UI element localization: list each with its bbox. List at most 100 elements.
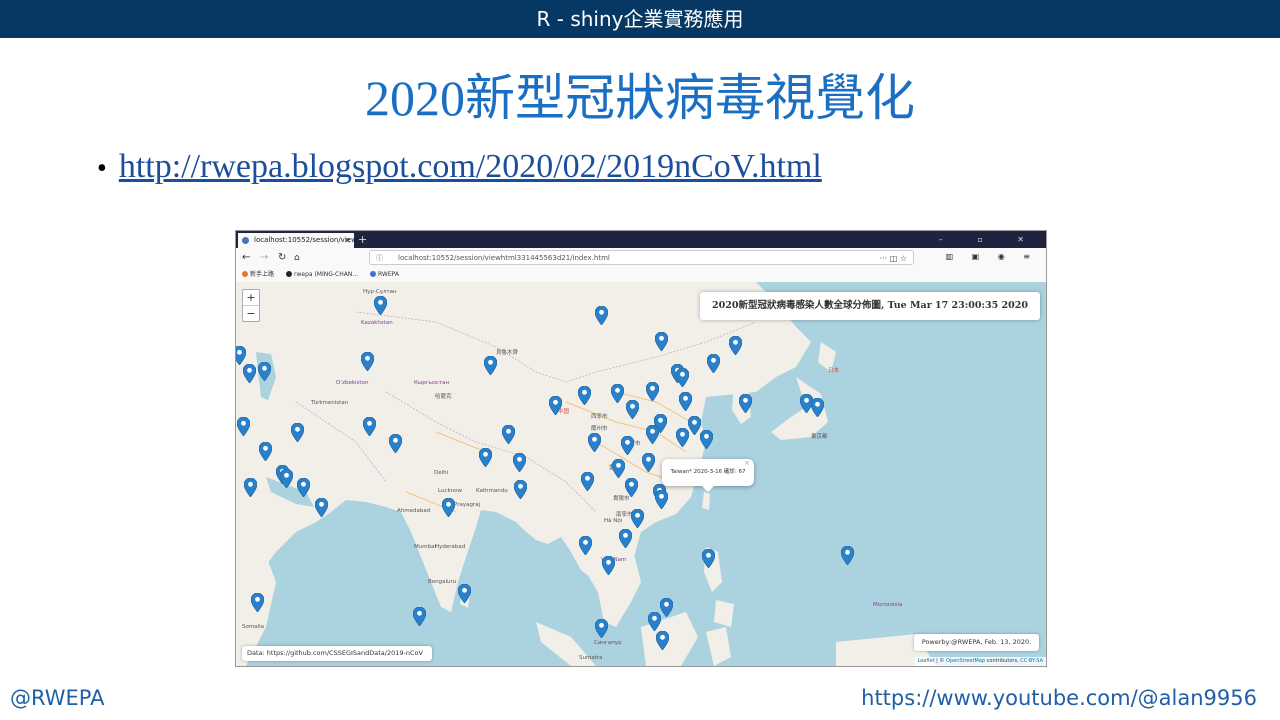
map-label: Somalia <box>242 624 265 630</box>
map-marker-icon[interactable] <box>549 396 562 415</box>
toolbar-icons[interactable]: ▥ ▣ ◉ ≡ <box>946 252 1038 261</box>
map-marker-icon[interactable] <box>676 368 689 387</box>
bookmark-item[interactable]: RWEPA <box>370 268 399 282</box>
map-marker-icon[interactable] <box>729 336 742 355</box>
map-title-box: 2020新型冠狀病毒感染人數全球分佈圖, Tue Mar 17 23:00:35… <box>700 292 1040 320</box>
leaflet-link[interactable]: Leaflet <box>918 658 935 664</box>
map-marker-icon[interactable] <box>243 364 256 383</box>
forward-arrow-icon[interactable]: → <box>260 251 268 265</box>
popup-text: Taiwan* 2020-3-16 確診: 67 <box>670 469 746 475</box>
r-icon <box>370 271 376 277</box>
slide-header-bar: R - shiny企業實務應用 <box>0 0 1280 38</box>
map-marker-icon[interactable] <box>413 607 426 626</box>
map-attribution: Leaflet | © OpenStreetMap contributors, … <box>914 657 1046 666</box>
reload-icon[interactable]: ↻ <box>278 251 286 265</box>
map-marker-icon[interactable] <box>588 433 601 452</box>
map-marker-icon[interactable] <box>513 453 526 472</box>
home-icon[interactable]: ⌂ <box>294 251 300 265</box>
map-marker-icon[interactable] <box>621 436 634 455</box>
map-marker-icon[interactable] <box>236 346 246 365</box>
bookmark-item[interactable]: 新手上路 <box>242 268 274 282</box>
map-marker-icon[interactable] <box>660 598 673 617</box>
bookmark-item[interactable]: rwepa (MING-CHAN... <box>286 268 358 282</box>
zoom-in-button[interactable]: + <box>243 290 259 306</box>
url-bar[interactable]: ⓘ localhost:10552/session/viewhtml331445… <box>369 250 914 265</box>
info-icon: ⓘ <box>376 254 383 262</box>
map-marker-icon[interactable] <box>484 356 497 375</box>
land-taiwan <box>702 492 710 510</box>
map-marker-icon[interactable] <box>581 472 594 491</box>
github-icon <box>286 271 292 277</box>
map-marker-icon[interactable] <box>258 362 271 381</box>
map-marker-icon[interactable] <box>442 498 455 517</box>
back-arrow-icon[interactable]: ← <box>242 251 250 265</box>
map-marker-icon[interactable] <box>626 400 639 419</box>
bookmark-star-icon[interactable]: ··· ◫ ☆ <box>880 251 907 266</box>
map-marker-icon[interactable] <box>646 425 659 444</box>
map-marker-icon[interactable] <box>679 392 692 411</box>
map-marker-icon[interactable] <box>619 529 632 548</box>
map-marker-icon[interactable] <box>297 478 310 497</box>
map-marker-icon[interactable] <box>237 417 250 436</box>
map-marker-icon[interactable] <box>707 354 720 373</box>
osm-link[interactable]: OpenStreetMap <box>946 658 985 664</box>
nav-bar: ← → ↻ ⌂ ⓘ localhost:10552/session/viewht… <box>236 248 1046 268</box>
map-marker-icon[interactable] <box>655 332 668 351</box>
map-label: Ahmedabad <box>397 508 431 514</box>
popup-close-icon[interactable]: × <box>744 450 750 477</box>
map-marker-icon[interactable] <box>374 296 387 315</box>
footer-handle: @RWEPA <box>10 686 105 710</box>
map-marker-icon[interactable] <box>612 459 625 478</box>
map-marker-icon[interactable] <box>514 480 527 499</box>
map-marker-icon[interactable] <box>611 384 624 403</box>
map-label: 烏魯木齊 <box>496 350 519 356</box>
map-marker-icon[interactable] <box>363 417 376 436</box>
map-marker-icon[interactable] <box>676 428 689 447</box>
map-marker-icon[interactable] <box>631 509 644 528</box>
blog-link[interactable]: http://rwepa.blogspot.com/2020/02/2019nC… <box>119 148 822 186</box>
marker-popup: Taiwan* 2020-3-16 確診: 67 × <box>662 459 754 492</box>
map-marker-icon[interactable] <box>602 556 615 575</box>
map-marker-icon[interactable] <box>389 434 402 453</box>
map-marker-icon[interactable] <box>595 619 608 638</box>
license-link[interactable]: CC-BY-SA <box>1020 658 1043 664</box>
attribution-text: contributors, <box>985 658 1021 664</box>
map-marker-icon[interactable] <box>595 306 608 325</box>
window-controls[interactable]: – ▫ ✕ <box>939 231 1040 248</box>
map-marker-icon[interactable] <box>479 448 492 467</box>
map-label: Сингапур <box>594 640 622 646</box>
map-marker-icon[interactable] <box>361 352 374 371</box>
new-tab-button[interactable]: + <box>358 231 367 248</box>
map-marker-icon[interactable] <box>841 546 854 565</box>
map-marker-icon[interactable] <box>244 478 257 497</box>
map-marker-icon[interactable] <box>579 536 592 555</box>
footer-youtube-link[interactable]: https://www.youtube.com/@alan9956 <box>861 686 1257 710</box>
map-marker-icon[interactable] <box>458 584 471 603</box>
map-marker-icon[interactable] <box>739 394 752 413</box>
map-marker-icon[interactable] <box>642 453 655 472</box>
leaflet-map[interactable]: Нур-Султан Kazakhstan Mumbai Hyderabad B… <box>236 282 1046 666</box>
map-marker-icon[interactable] <box>811 398 824 417</box>
browser-tab[interactable]: localhost:10552/session/viewh ✕ <box>238 233 354 248</box>
map-marker-icon[interactable] <box>291 423 304 442</box>
map-marker-icon[interactable] <box>578 386 591 405</box>
browser-screenshot: localhost:10552/session/viewh ✕ + – ▫ ✕ … <box>235 230 1047 667</box>
map-marker-icon[interactable] <box>280 469 293 488</box>
credit-box: Powerby:@RWEPA, Feb. 13, 2020. <box>914 634 1039 651</box>
map-marker-icon[interactable] <box>625 478 638 497</box>
tab-close-icon[interactable]: ✕ <box>344 233 351 248</box>
map-marker-icon[interactable] <box>700 430 713 449</box>
map-marker-icon[interactable] <box>646 382 659 401</box>
map-marker-icon[interactable] <box>251 593 264 612</box>
map-marker-icon[interactable] <box>655 490 668 509</box>
map-marker-icon[interactable] <box>259 442 272 461</box>
map-marker-icon[interactable] <box>648 612 661 631</box>
map-label: Hyderabad <box>435 544 466 550</box>
zoom-out-button[interactable]: − <box>243 306 259 321</box>
map-marker-icon[interactable] <box>502 425 515 444</box>
bookmark-label: rwepa (MING-CHAN... <box>294 271 359 278</box>
map-label: Micronesia <box>873 602 903 608</box>
map-marker-icon[interactable] <box>315 498 328 517</box>
map-marker-icon[interactable] <box>702 549 715 568</box>
map-marker-icon[interactable] <box>656 631 669 650</box>
